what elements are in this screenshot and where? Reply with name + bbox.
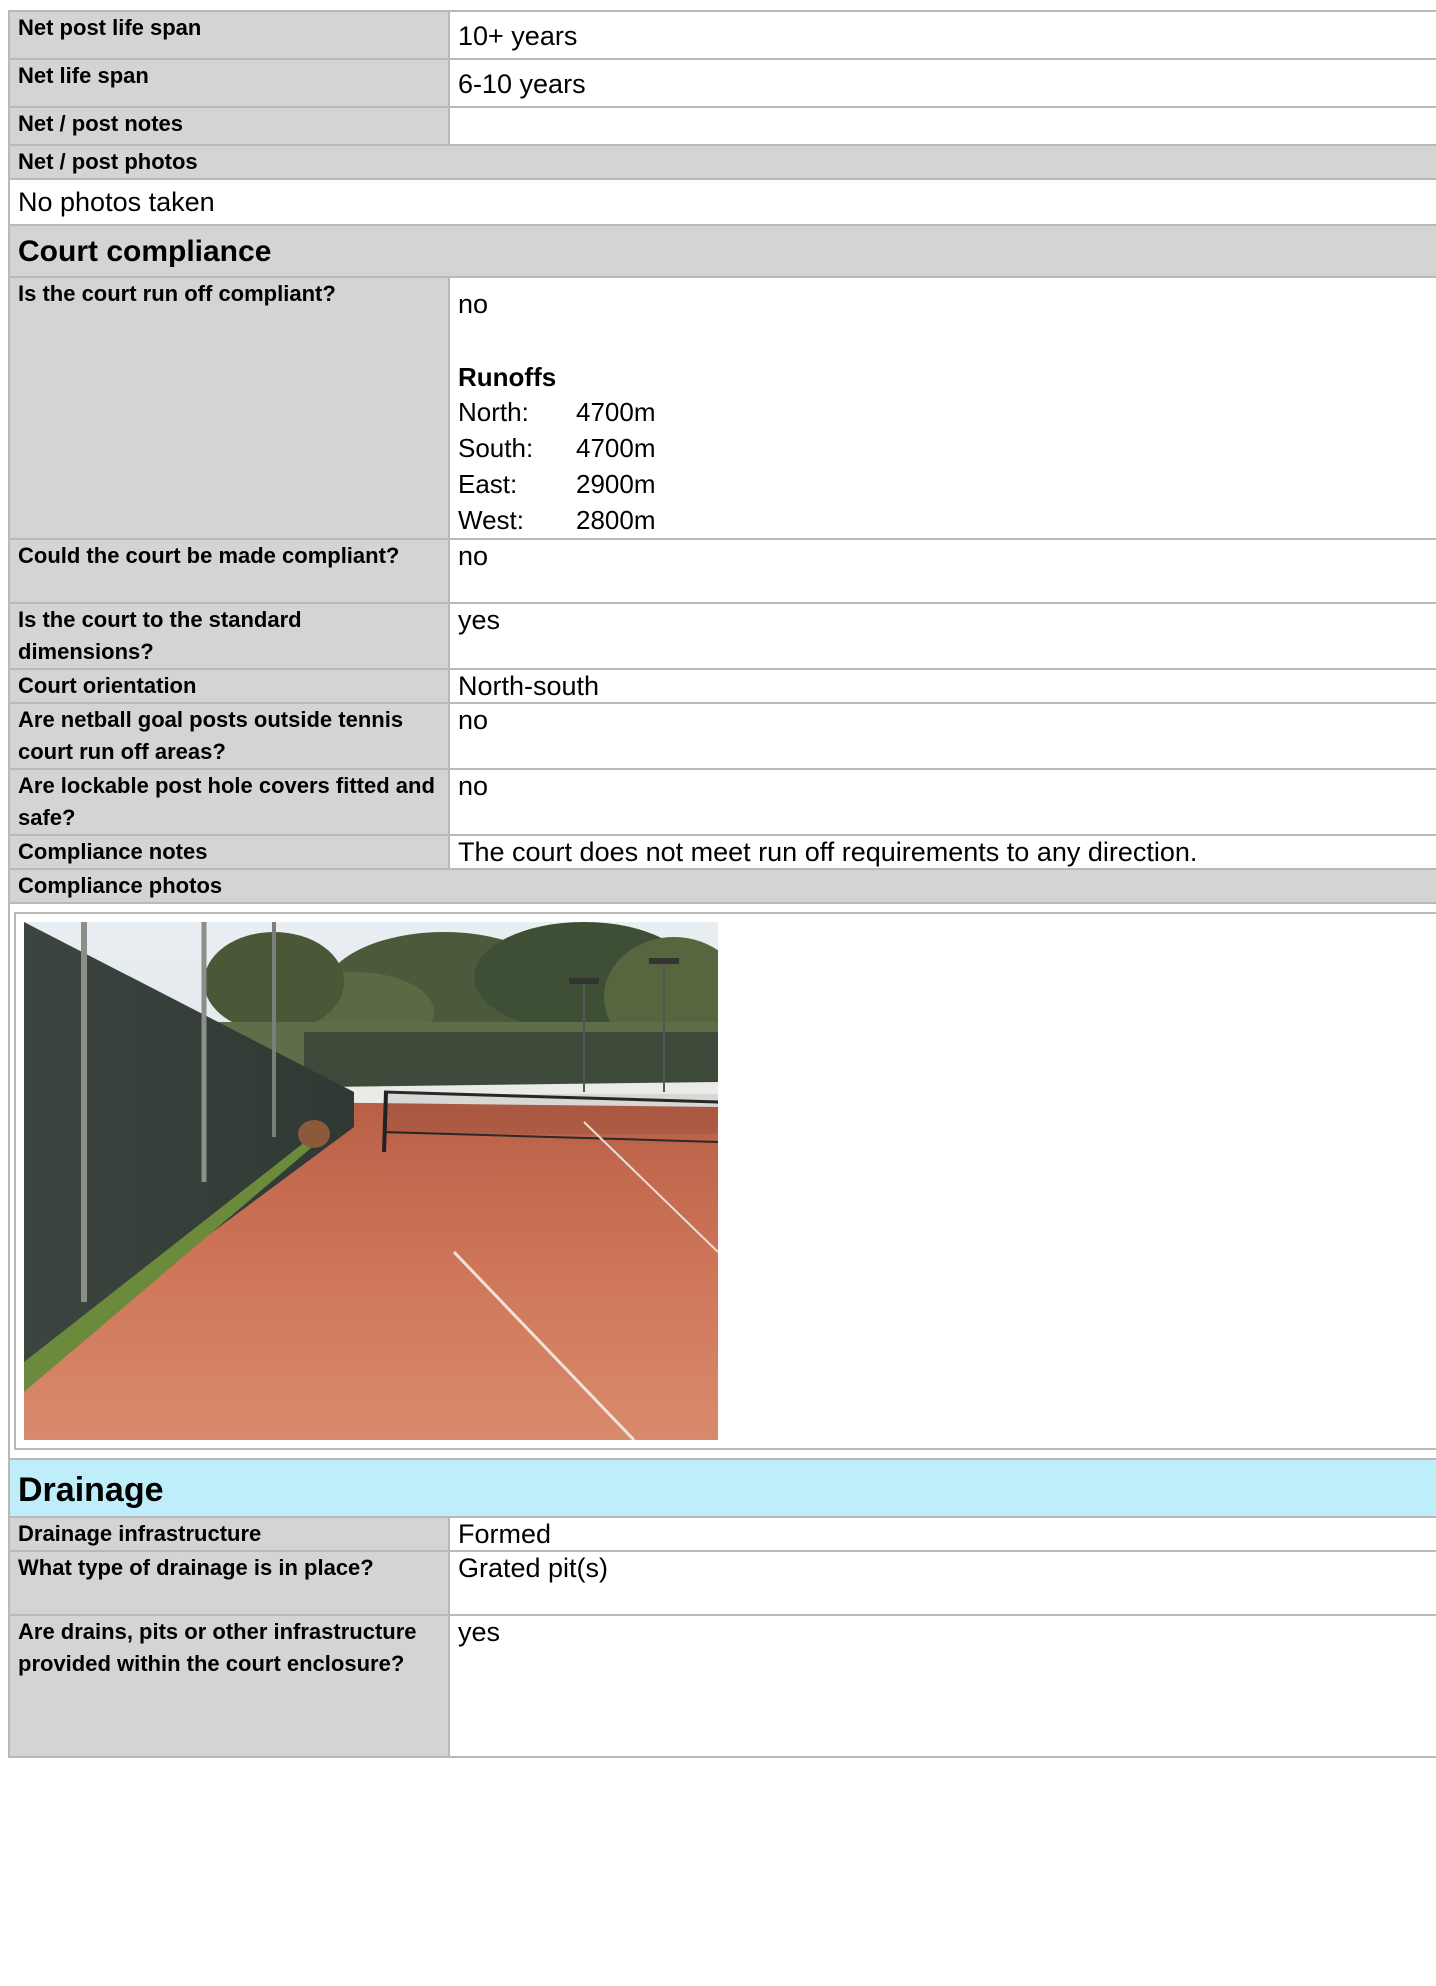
value-court-orientation: North-south <box>448 668 1436 704</box>
row-drainage-within-enclosure: Are drains, pits or other infrastructure… <box>8 1614 1436 1758</box>
label-net-post-notes: Net / post notes <box>8 106 450 146</box>
label-net-post-life-span: Net post life span <box>8 10 450 60</box>
value-net-post-photos: No photos taken <box>8 178 1436 226</box>
value-post-hole-covers: no <box>448 768 1436 836</box>
runoff-west: West: 2800m <box>458 502 1436 538</box>
compliance-photo-frame <box>14 912 1436 1450</box>
label-compliance-photos: Compliance photos <box>8 868 1436 904</box>
compliance-photos-cell <box>8 902 1436 1460</box>
runoff-north: North: 4700m <box>458 394 1436 430</box>
compliance-photo-tennis-court[interactable] <box>24 922 718 1440</box>
label-run-off-compliant: Is the court run off compliant? <box>8 276 450 540</box>
runoffs-title: Runoffs <box>458 362 557 392</box>
value-standard-dimensions: yes <box>448 602 1436 670</box>
run-off-answer: no <box>458 289 489 319</box>
row-net-post-photos-value: No photos taken <box>8 178 1436 226</box>
value-run-off-compliant: no Runoffs North: 4700m South: 4700m Eas… <box>448 276 1436 540</box>
label-compliance-notes: Compliance notes <box>8 834 450 870</box>
tennis-court-photo-image <box>24 922 718 1440</box>
row-compliance-photos <box>8 902 1436 1460</box>
row-net-life-span: Net life span 6-10 years <box>8 58 1436 108</box>
value-net-post-life-span: 10+ years <box>448 10 1436 60</box>
runoff-value: 4700m <box>576 433 656 463</box>
value-net-post-notes <box>448 106 1436 146</box>
label-netball-posts: Are netball goal posts outside tennis co… <box>8 702 450 770</box>
section-heading-drainage: Drainage <box>8 1458 1436 1518</box>
row-court-compliance-heading: Court compliance <box>8 224 1436 278</box>
section-heading-court-compliance: Court compliance <box>8 224 1436 278</box>
row-net-post-notes: Net / post notes <box>8 106 1436 146</box>
row-net-post-photos-header: Net / post photos <box>8 144 1436 180</box>
runoff-value: 2900m <box>576 469 656 499</box>
label-standard-dimensions: Is the court to the standard dimensions? <box>8 602 450 670</box>
label-drainage-infrastructure: Drainage infrastructure <box>8 1516 450 1552</box>
row-post-hole-covers: Are lockable post hole covers fitted and… <box>8 768 1436 836</box>
label-court-orientation: Court orientation <box>8 668 450 704</box>
label-drainage-type: What type of drainage is in place? <box>8 1550 450 1616</box>
runoff-east: East: 2900m <box>458 466 1436 502</box>
row-run-off-compliant: Is the court run off compliant? no Runof… <box>8 276 1436 540</box>
runoff-value: 4700m <box>576 397 656 427</box>
value-netball-posts: no <box>448 702 1436 770</box>
value-drainage-infrastructure: Formed <box>448 1516 1436 1552</box>
label-post-hole-covers: Are lockable post hole covers fitted and… <box>8 768 450 836</box>
row-standard-dimensions: Is the court to the standard dimensions?… <box>8 602 1436 670</box>
value-compliance-notes: The court does not meet run off requirem… <box>448 834 1436 870</box>
runoff-dir: East: <box>458 469 518 499</box>
value-net-life-span: 6-10 years <box>448 58 1436 108</box>
value-drainage-type: Grated pit(s) <box>448 1550 1436 1616</box>
row-court-orientation: Court orientation North-south <box>8 668 1436 704</box>
runoff-dir: South: <box>458 433 534 463</box>
row-netball-posts: Are netball goal posts outside tennis co… <box>8 702 1436 770</box>
value-drainage-within-enclosure: yes <box>448 1614 1436 1758</box>
label-net-post-photos: Net / post photos <box>8 144 1436 180</box>
row-drainage-infrastructure: Drainage infrastructure Formed <box>8 1516 1436 1552</box>
row-net-post-life-span: Net post life span 10+ years <box>8 10 1436 60</box>
label-net-life-span: Net life span <box>8 58 450 108</box>
report-sheet: Net post life span 10+ years Net life sp… <box>8 10 1436 1758</box>
runoff-dir: North: <box>458 397 529 427</box>
row-compliance-photos-header: Compliance photos <box>8 868 1436 904</box>
value-made-compliant: no <box>448 538 1436 604</box>
row-made-compliant: Could the court be made compliant? no <box>8 538 1436 604</box>
row-drainage-type: What type of drainage is in place? Grate… <box>8 1550 1436 1616</box>
label-made-compliant: Could the court be made compliant? <box>8 538 450 604</box>
report-table: Net post life span 10+ years Net life sp… <box>8 10 1436 1758</box>
row-compliance-notes: Compliance notes The court does not meet… <box>8 834 1436 870</box>
runoff-dir: West: <box>458 505 524 535</box>
label-drainage-within-enclosure: Are drains, pits or other infrastructure… <box>8 1614 450 1758</box>
runoff-south: South: 4700m <box>458 430 1436 466</box>
runoff-value: 2800m <box>576 505 656 535</box>
row-drainage-heading: Drainage <box>8 1458 1436 1518</box>
